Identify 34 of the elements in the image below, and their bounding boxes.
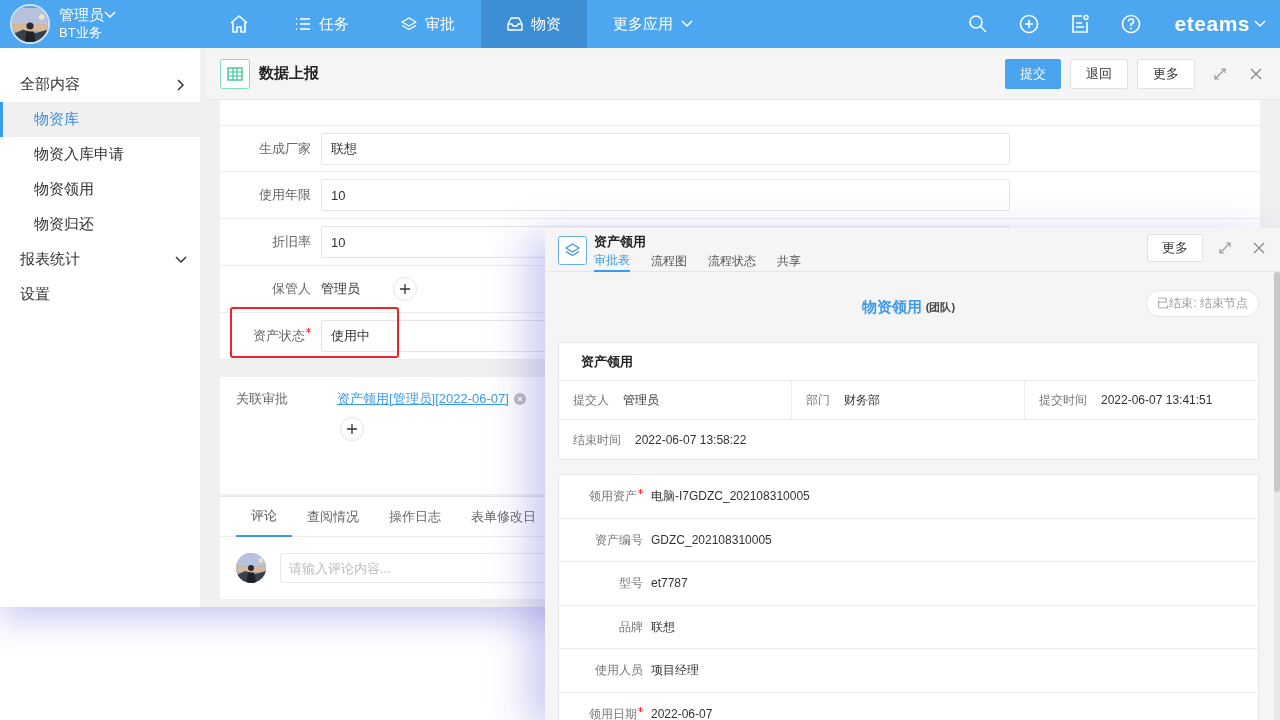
field-label: 型号: [619, 575, 643, 593]
form-title: 物资领用: [861, 296, 922, 317]
field-label: 资产状态: [253, 327, 305, 346]
meta-value: 2022-06-07 13:58:22: [635, 431, 747, 449]
meta-value: 财务部: [844, 392, 880, 409]
field-label: 折旧率: [272, 233, 311, 252]
field-label: 资产编号: [595, 531, 643, 549]
dialog-title: 资产领用: [594, 234, 647, 250]
field-label: 领用资产: [589, 488, 637, 506]
team-tag: (团队): [925, 298, 956, 316]
person-name: 管理员: [321, 280, 360, 299]
field-label: 使用年限: [259, 186, 311, 205]
field-value: 电脑-I7GDZC_202108310005: [651, 488, 810, 506]
meta-label: 结束时间: [573, 431, 621, 449]
field-label: 品牌: [619, 618, 643, 636]
meta-label: 部门: [806, 392, 830, 409]
field-value: GDZC_202108310005: [651, 531, 772, 549]
meta-value: 2022-06-07 13:41:51: [1101, 392, 1213, 409]
field-label: 生成厂家: [259, 139, 311, 158]
field-label: 领用日期: [589, 705, 637, 720]
field-label: 保管人: [272, 280, 311, 299]
status-badge: 已结束: 结束节点: [1146, 290, 1259, 317]
field-value: 联想: [651, 618, 675, 636]
field-value: 2022-06-07: [651, 705, 713, 720]
field-label: 使用人员: [595, 662, 643, 680]
field-value: 项目经理: [651, 662, 699, 680]
field-value: et7787: [651, 575, 688, 593]
field-label: 关联审批: [236, 390, 289, 408]
meta-label: 提交时间: [1039, 392, 1087, 409]
team-name: BT业务: [59, 24, 103, 42]
meta-value: 管理员: [623, 392, 659, 409]
section-title: 资产领用: [581, 352, 633, 371]
page-title: 数据上报: [259, 63, 319, 84]
meta-label: 提交人: [573, 392, 609, 409]
